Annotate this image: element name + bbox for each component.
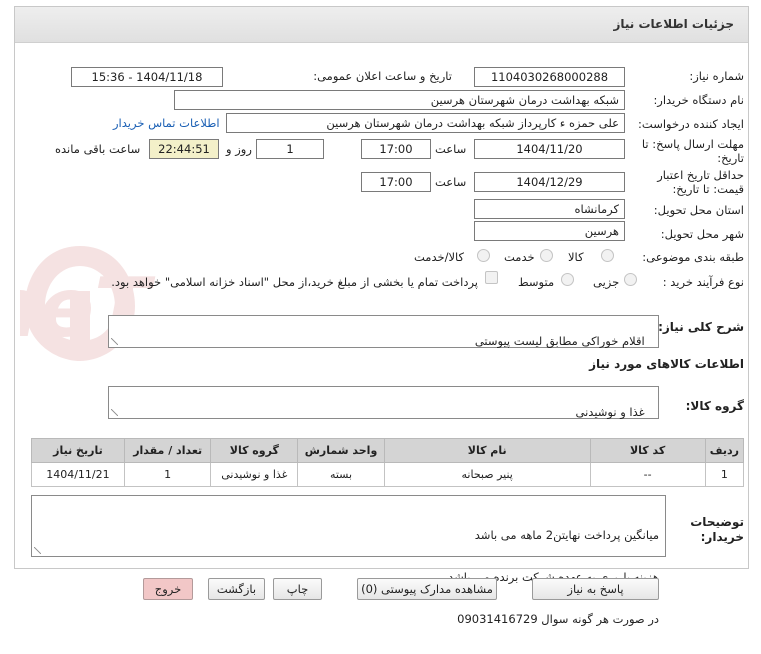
deadline-time-label: ساعت: [435, 142, 467, 156]
cell-code: --: [589, 462, 706, 487]
buyer-notes-label-line1: توضیحات: [690, 515, 744, 529]
category-service-label: خدمت: [504, 250, 535, 264]
requester-field: علی حمزه ء کارپرداز شبکه بهداشت درمان شه…: [226, 113, 625, 133]
goods-group-label: گروه کالا:: [685, 399, 744, 413]
cell-date: 1404/11/21: [31, 462, 125, 487]
category-label: طبقه بندی موضوعی:: [642, 250, 744, 264]
buyer-notes-line: در صورت هر گونه سوال 09031416729: [457, 612, 659, 626]
validity-label-line1: حداقل تاریخ اعتبار: [657, 168, 744, 182]
province-field: کرمانشاه: [474, 199, 625, 219]
col-header-date: تاریخ نیاز: [31, 438, 125, 463]
description-textarea: اقلام خوراکی مطابق لیست پیوستی: [108, 315, 659, 348]
deadline-label-line2: تاریخ:: [717, 151, 744, 165]
back-button[interactable]: بازگشت: [208, 578, 265, 600]
buyer-notes-line: میانگین پرداخت نهایتن2 ماهه می باشد: [474, 528, 659, 542]
buyer-notes-textarea: میانگین پرداخت نهایتن2 ماهه می باشد هزین…: [31, 495, 666, 626]
page-title: جزئیات اطلاعات نیاز: [613, 17, 734, 31]
col-header-row: ردیف: [704, 438, 745, 463]
process-partial-label: جزیی: [593, 275, 620, 289]
category-goods-radio[interactable]: [601, 249, 614, 262]
category-goods-service-label: کالا/خدمت: [414, 250, 465, 264]
col-header-code: کد کالا: [589, 438, 706, 463]
view-attachments-button[interactable]: مشاهده مدارک پیوستی (0): [357, 578, 497, 600]
reply-button[interactable]: پاسخ به نیاز: [532, 578, 659, 600]
process-partial-radio[interactable]: [624, 273, 637, 286]
deadline-label-line1: مهلت ارسال پاسخ: تا: [641, 137, 744, 151]
category-goods-label: کالا: [568, 250, 584, 264]
resize-handle-icon[interactable]: [111, 409, 118, 416]
category-service-radio[interactable]: [540, 249, 553, 262]
validity-time-field: 17:00: [361, 172, 431, 192]
process-label: نوع فرآیند خرید :: [662, 275, 744, 289]
resize-handle-icon[interactable]: [111, 338, 118, 345]
process-medium-label: متوسط: [518, 275, 555, 289]
category-goods-service-radio[interactable]: [477, 249, 490, 262]
description-label: شرح کلی نیاز:: [658, 320, 744, 334]
treasury-payment-checkbox[interactable]: [485, 271, 498, 284]
remaining-time-field: 22:44:51: [149, 139, 219, 159]
buyer-contact-link[interactable]: اطلاعات تماس خریدار: [113, 116, 220, 130]
buyer-org-label: نام دستگاه خریدار:: [653, 93, 744, 107]
col-header-unit: واحد شمارش: [297, 438, 385, 463]
col-header-group: گروه کالا: [210, 438, 299, 463]
need-number-field: 1104030268000288: [474, 67, 625, 87]
need-number-label: شماره نیاز:: [689, 69, 744, 83]
cell-unit: بسته: [297, 462, 385, 487]
goods-group-text: غذا و نوشیدنی: [575, 405, 645, 419]
buyer-org-field: شبکه بهداشت درمان شهرستان هرسین: [174, 90, 625, 110]
days-label: روز و: [226, 142, 252, 156]
process-medium-radio[interactable]: [561, 273, 574, 286]
col-header-name: نام کالا: [383, 438, 591, 463]
goods-table: ردیف کد کالا نام کالا واحد شمارش گروه کا…: [31, 438, 745, 487]
cell-group: غذا و نوشیدنی: [210, 462, 299, 487]
city-field: هرسین: [474, 221, 625, 241]
col-header-qty: تعداد / مقدار: [123, 438, 212, 463]
print-button[interactable]: چاپ: [273, 578, 322, 600]
validity-label-line2: قیمت: تا تاریخ:: [672, 182, 744, 196]
validity-date-field: 1404/12/29: [474, 172, 625, 192]
province-label: استان محل تحویل:: [653, 203, 744, 217]
requester-label: ایجاد کننده درخواست:: [638, 117, 744, 131]
announce-date-label: تاریخ و ساعت اعلان عمومی:: [313, 69, 452, 83]
cell-row: 1: [704, 462, 745, 487]
buyer-notes-label-line2: خریدار:: [700, 530, 744, 544]
goods-table-header: ردیف کد کالا نام کالا واحد شمارش گروه کا…: [31, 438, 745, 463]
table-row: 1 -- پنیر صبحانه بسته غذا و نوشیدنی 1 14…: [31, 462, 745, 487]
cell-name: پنیر صبحانه: [383, 462, 591, 487]
exit-button[interactable]: خروج: [143, 578, 193, 600]
deadline-time-field: 17:00: [361, 139, 431, 159]
deadline-date-field: 1404/11/20: [474, 139, 625, 159]
goods-group-textarea: غذا و نوشیدنی: [108, 386, 659, 419]
city-label: شهر محل تحویل:: [660, 227, 744, 241]
treasury-payment-note: پرداخت تمام یا بخشی از مبلغ خرید،از محل …: [111, 275, 478, 289]
announce-date-field: 1404/11/18 - 15:36: [71, 67, 223, 87]
goods-section-title: اطلاعات کالاهای مورد نیاز: [589, 357, 744, 371]
cell-qty: 1: [123, 462, 212, 487]
description-text: اقلام خوراکی مطابق لیست پیوستی: [474, 334, 645, 348]
remaining-time-label: ساعت باقی مانده: [55, 142, 141, 156]
validity-time-label: ساعت: [435, 175, 467, 189]
panel-header: جزئیات اطلاعات نیاز: [15, 7, 748, 43]
resize-handle-icon[interactable]: [34, 547, 41, 554]
days-remaining-field: 1: [256, 139, 324, 159]
